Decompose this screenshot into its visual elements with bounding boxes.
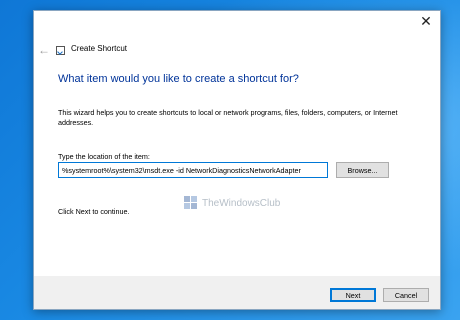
wizard-description: This wizard helps you to create shortcut… [58, 108, 398, 127]
create-shortcut-dialog: ✕ ← Create Shortcut What item would you … [33, 10, 441, 310]
dialog-footer: Next Cancel [34, 276, 440, 309]
wizard-heading: What item would you like to create a sho… [58, 73, 299, 85]
watermark-text: TheWindowsClub [202, 197, 281, 209]
watermark: TheWindowsClub [184, 196, 280, 210]
windows-logo-icon [184, 196, 198, 210]
close-icon: ✕ [420, 12, 432, 29]
wizard-content: ← Create Shortcut What item would you li… [34, 31, 440, 276]
title-bar: ✕ [34, 11, 440, 31]
browse-button[interactable]: Browse... [336, 162, 389, 178]
next-button[interactable]: Next [330, 288, 376, 302]
window-title: Create Shortcut [71, 44, 128, 53]
location-input[interactable] [58, 162, 328, 178]
close-button[interactable]: ✕ [412, 11, 440, 31]
cancel-button[interactable]: Cancel [383, 288, 429, 302]
location-label: Type the location of the item: [58, 152, 150, 161]
continue-hint: Click Next to continue. [58, 207, 130, 216]
shortcut-app-icon [56, 46, 65, 55]
back-arrow-icon[interactable]: ← [38, 43, 50, 57]
